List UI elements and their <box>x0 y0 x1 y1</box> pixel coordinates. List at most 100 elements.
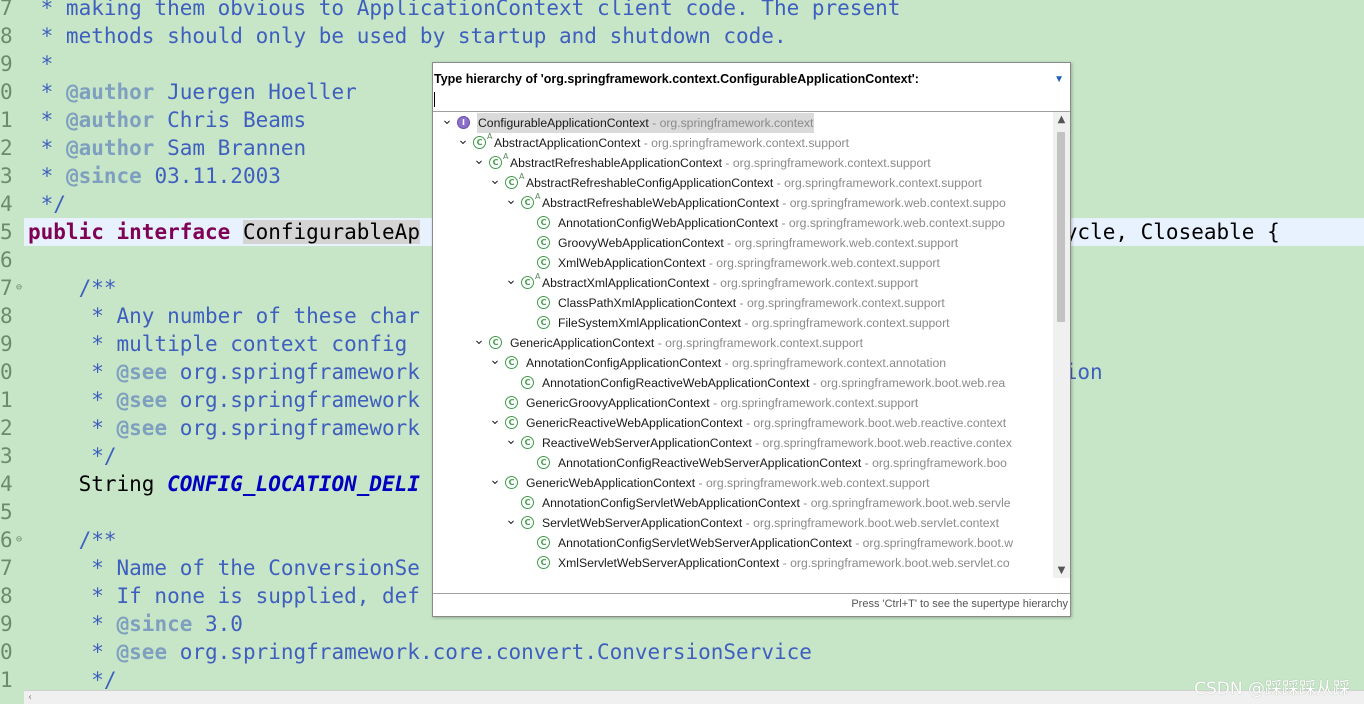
line-number: 9 <box>0 610 24 638</box>
fold-toggle-icon[interactable]: ⊖ <box>16 283 22 293</box>
class-name: AnnotationConfigWebApplicationContext <box>558 216 778 230</box>
hierarchy-tree[interactable]: ⌄ I ConfigurableApplicationContext - org.s… <box>433 111 1070 578</box>
tree-item[interactable]: C FileSystemXmlApplicationContext - org.s… <box>433 313 1053 333</box>
line-number: 0 <box>0 78 24 106</box>
expand-toggle-icon[interactable]: ⌄ <box>473 333 485 353</box>
code-line: */ <box>28 442 116 470</box>
scroll-down-icon[interactable]: ▼ <box>1053 565 1070 576</box>
class-name: AnnotationConfigApplicationContext <box>526 356 722 370</box>
expand-toggle-icon[interactable]: ⌄ <box>473 153 485 173</box>
tree-item[interactable]: ⌄ C A AbstractApplicationContext - org.spri… <box>433 132 1053 153</box>
expand-toggle-icon[interactable]: ⌄ <box>489 413 501 433</box>
tree-item[interactable]: C XmlWebApplicationContext - org.springfr… <box>433 253 1053 273</box>
line-number: 4 <box>0 470 24 498</box>
expand-toggle-icon[interactable]: ⌄ <box>457 133 469 153</box>
class-icon: C <box>505 416 518 429</box>
line-number: 2 <box>0 414 24 442</box>
code-line: * making them obvious to ApplicationCont… <box>28 0 901 22</box>
expand-toggle-icon[interactable]: ⌄ <box>505 513 517 533</box>
tree-item[interactable]: C GroovyWebApplicationContext - org.sprin… <box>433 233 1053 253</box>
editor-horizontal-scrollbar[interactable]: ‹ <box>24 690 1364 704</box>
filter-input[interactable] <box>434 91 1064 109</box>
line-number-text: 3 <box>0 164 13 188</box>
expand-toggle-icon[interactable]: ⌄ <box>441 113 453 133</box>
tree-item[interactable]: ⌄ C ServletWebServerApplicationContext - o… <box>433 513 1053 533</box>
icon-glyph: C <box>540 258 547 267</box>
code-token: org.springframework.core.convert.Convers… <box>167 640 812 664</box>
tree-item[interactable]: ⌄ C A AbstractRefreshableWebApplicationCont… <box>433 192 1053 213</box>
package-name: org.springframework.context.support <box>751 316 950 330</box>
tree-item[interactable]: ⌄ C A AbstractRefreshableApplicationContext… <box>433 152 1053 173</box>
expand-toggle-icon[interactable]: ⌄ <box>505 273 517 293</box>
code-token: * <box>28 416 117 440</box>
line-number: 8 <box>0 22 24 50</box>
code-token: @see <box>116 360 168 384</box>
code-token: public <box>28 220 104 244</box>
code-line: */ <box>28 190 66 218</box>
scroll-up-icon[interactable]: ▲ <box>1053 114 1070 125</box>
expand-toggle-icon[interactable]: ⌄ <box>505 433 517 453</box>
tree-item[interactable]: ⌄ C GenericApplicationContext - org.spring… <box>433 333 1053 353</box>
tree-item[interactable]: ⌄ C GenericWebApplicationContext - org.spr… <box>433 473 1053 493</box>
tree-item[interactable]: ⌄ C GenericReactiveWebApplicationContext -… <box>433 413 1053 433</box>
code-token: Sam Brannen <box>154 136 307 160</box>
fold-toggle-icon[interactable]: ⊖ <box>16 535 22 545</box>
package-name: org.springframework.boot.web.rea <box>820 376 1006 390</box>
scroll-thumb[interactable] <box>1057 132 1065 322</box>
tree-item[interactable]: C XmlServletWebServerApplicationContext -… <box>433 553 1053 573</box>
icon-glyph: C <box>508 418 515 427</box>
popup-title: Type hierarchy of 'org.springframework.c… <box>434 72 919 86</box>
tree-item[interactable]: C AnnotationConfigWebApplicationContext -… <box>433 213 1053 233</box>
type-name: AbstractRefreshableApplicationContext - … <box>509 153 932 173</box>
separator: - <box>648 116 660 130</box>
code-line: * @since 3.0 <box>28 610 243 638</box>
tree-item[interactable]: ⌄ C ReactiveWebServerApplicationContext - … <box>433 433 1053 453</box>
tree-item[interactable]: C AnnotationConfigReactiveWebServerApplic… <box>433 453 1053 473</box>
tree-item[interactable]: ⌄ C A AbstractXmlApplicationContext - org.s… <box>433 272 1053 293</box>
tree-item[interactable]: ⌄ C AnnotationConfigApplicationContext - o… <box>433 353 1053 373</box>
icon-glyph: I <box>462 118 465 127</box>
line-number-text: 0 <box>0 640 13 664</box>
tree-item[interactable]: ⌄ I ConfigurableApplicationContext - org.s… <box>433 113 1053 133</box>
class-name: GenericReactiveWebApplicationContext <box>526 416 743 430</box>
tree-item[interactable]: ⌄ C A AbstractRefreshableConfigApplicationC… <box>433 172 1053 193</box>
line-number-text: 5 <box>0 220 13 244</box>
separator: - <box>777 216 789 230</box>
code-line: * @see org.springframework.core.convert.… <box>28 638 812 666</box>
package-name: org.springframework.web.context.suppo <box>789 196 1006 210</box>
class-name: AbstractRefreshableApplicationContext <box>510 156 723 170</box>
footer-hint: Press 'Ctrl+T' to see the supertype hier… <box>851 598 1068 610</box>
code-line: * @author Sam Brannen <box>28 134 307 162</box>
type-hierarchy-popup[interactable]: Type hierarchy of 'org.springframework.c… <box>432 62 1071 617</box>
scroll-left-icon[interactable]: ‹ <box>28 691 32 704</box>
tree-item[interactable]: C GenericGroovyApplicationContext - org.s… <box>433 393 1053 413</box>
separator: - <box>740 316 752 330</box>
icon-glyph: C <box>476 138 483 147</box>
code-line: * @author Chris Beams <box>28 106 307 134</box>
code-token: org.springframework <box>167 388 420 412</box>
class-icon: C <box>521 376 534 389</box>
expand-toggle-icon[interactable]: ⌄ <box>489 353 501 373</box>
code-token: @since <box>65 164 142 188</box>
expand-toggle-icon[interactable]: ⌄ <box>489 173 501 193</box>
tree-item[interactable]: C ClassPathXmlApplicationContext - org.sp… <box>433 293 1053 313</box>
class-name: XmlWebApplicationContext <box>558 256 706 270</box>
line-number: 5 <box>0 498 24 526</box>
code-token: * <box>28 612 117 636</box>
tree-vertical-scrollbar[interactable]: ▲ ▼ <box>1053 112 1070 578</box>
tree-item[interactable]: C AnnotationConfigServletWebServerApplica… <box>433 533 1053 553</box>
expand-toggle-icon[interactable]: ⌄ <box>489 473 501 493</box>
code-token: * <box>28 164 66 188</box>
separator: - <box>654 336 666 350</box>
code-token: ConfigurableAp <box>242 220 420 244</box>
tree-item[interactable]: C AnnotationConfigReactiveWebApplicationC… <box>433 373 1053 393</box>
code-line: * multiple context config <box>28 330 420 358</box>
package-name: org.springframework.web.context.support <box>734 236 959 250</box>
chevron-down-icon[interactable]: ▼ <box>1054 74 1064 85</box>
expand-toggle-icon[interactable]: ⌄ <box>505 193 517 213</box>
tree-item[interactable]: C AnnotationConfigServletWebApplicationCo… <box>433 493 1053 513</box>
package-name: org.springframework.web.context.suppo <box>788 216 1005 230</box>
type-name: XmlServletWebServerApplicationContext - … <box>557 553 1011 573</box>
icon-glyph: C <box>540 298 547 307</box>
abstract-overlay-icon: A <box>535 192 541 201</box>
